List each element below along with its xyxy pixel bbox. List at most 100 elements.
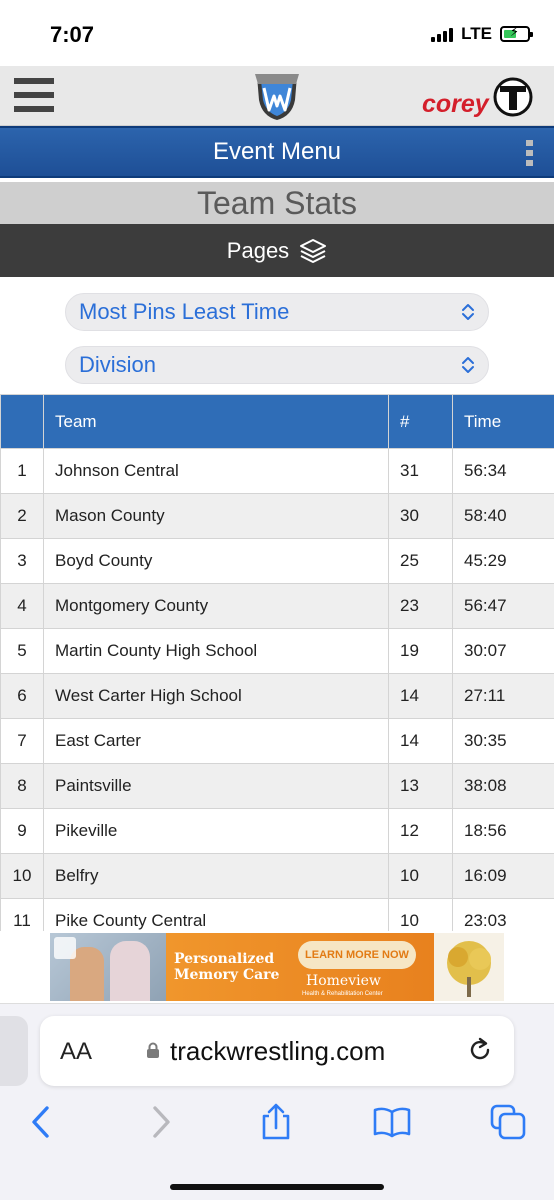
pin-count-cell: 19: [388, 628, 453, 674]
rank-cell: 10: [0, 853, 44, 899]
sort-select[interactable]: Most Pins Least Time: [65, 293, 489, 331]
pin-count-cell: 14: [388, 673, 453, 719]
rank-cell: 8: [0, 763, 44, 809]
advertisement-banner[interactable]: Personalized Memory Care LEARN MORE NOW H…: [50, 933, 504, 1001]
pin-count-cell: 14: [388, 718, 453, 764]
ad-brand: Homeview: [306, 973, 381, 989]
pin-count-cell: 25: [388, 538, 453, 584]
column-header-team[interactable]: Team: [43, 394, 389, 449]
column-header-time[interactable]: Time: [452, 394, 554, 449]
chevron-up-down-icon: [462, 357, 474, 373]
time-cell: 58:40: [452, 493, 554, 539]
time-cell: 56:34: [452, 448, 554, 494]
status-bar: 7:07 LTE ⚡: [0, 0, 554, 66]
pin-count-cell: 23: [388, 583, 453, 629]
forward-icon[interactable]: [140, 1102, 180, 1142]
site-header: corey: [0, 66, 554, 126]
url-domain: trackwrestling.com: [170, 1036, 386, 1066]
event-menu-bar[interactable]: Event Menu: [0, 126, 554, 178]
time-cell: 16:09: [452, 853, 554, 899]
home-indicator: [170, 1184, 384, 1190]
time-cell: 27:11: [452, 673, 554, 719]
time-cell: 18:56: [452, 808, 554, 854]
more-options-icon[interactable]: [526, 140, 534, 166]
ad-headline: Personalized Memory Care: [174, 951, 280, 983]
table-row[interactable]: 5 Martin County High School 19 30:07: [0, 628, 554, 674]
pin-count-cell: 12: [388, 808, 453, 854]
team-name-cell: Martin County High School: [43, 628, 389, 674]
network-type: LTE: [461, 24, 492, 43]
rank-cell: 1: [0, 448, 44, 494]
bookmarks-icon[interactable]: [372, 1102, 412, 1142]
rank-cell: 4: [0, 583, 44, 629]
layers-icon: [300, 238, 327, 263]
table-row[interactable]: 10 Belfry 10 16:09: [0, 853, 554, 899]
safari-browser-chrome: AA trackwrestling.com: [0, 1003, 554, 1200]
ad-learn-more-button[interactable]: LEARN MORE NOW: [298, 941, 416, 969]
team-name-cell: Pikeville: [43, 808, 389, 854]
table-row[interactable]: 2 Mason County 30 58:40: [0, 493, 554, 539]
pages-menu-bar[interactable]: Pages: [0, 224, 554, 277]
rank-cell: 2: [0, 493, 44, 539]
column-header-rank: [0, 394, 44, 449]
table-row[interactable]: 9 Pikeville 12 18:56: [0, 808, 554, 854]
event-menu-title: Event Menu: [212, 138, 342, 165]
address-bar[interactable]: AA trackwrestling.com: [40, 1016, 514, 1086]
text-size-button[interactable]: AA: [60, 1038, 92, 1066]
back-icon[interactable]: [22, 1102, 62, 1142]
division-select-value: Division: [79, 352, 157, 377]
tabs-icon[interactable]: [488, 1102, 528, 1142]
rank-cell: 11: [0, 898, 44, 931]
team-name-cell: Johnson Central: [43, 448, 389, 494]
time-cell: 45:29: [452, 538, 554, 584]
table-row[interactable]: 3 Boyd County 25 45:29: [0, 538, 554, 584]
share-icon[interactable]: [256, 1102, 296, 1142]
team-name-cell: East Carter: [43, 718, 389, 764]
pin-count-cell: 13: [388, 763, 453, 809]
status-indicators: LTE ⚡: [431, 24, 533, 44]
team-name-cell: Montgomery County: [43, 583, 389, 629]
team-stats-table: Team # Time 1 Johnson Central 31 56:34 2 Maso…: [0, 394, 554, 931]
table-row[interactable]: 11 Pike County Central 10 23:03: [0, 898, 554, 931]
cellular-signal-icon: [431, 26, 454, 42]
rank-cell: 3: [0, 538, 44, 584]
chevron-up-down-icon: [462, 304, 474, 320]
safari-toolbar: [0, 1102, 554, 1146]
reload-icon[interactable]: [466, 1036, 494, 1064]
ad-tree-graphic: [434, 933, 504, 1001]
corey-emblem-icon: [493, 77, 533, 117]
team-stats-table-container[interactable]: Team # Time 1 Johnson Central 31 56:34 2 Maso…: [0, 394, 554, 931]
time-cell: 38:08: [452, 763, 554, 809]
division-select[interactable]: Division: [65, 346, 489, 384]
team-name-cell: Pike County Central: [43, 898, 389, 931]
table-header-row: Team # Time: [0, 394, 554, 449]
previous-tab-peek[interactable]: [0, 1016, 28, 1086]
status-time: 7:07: [50, 22, 95, 47]
corey-logo[interactable]: corey: [422, 76, 534, 120]
ad-brand-subtitle: Health & Rehabilitation Center: [302, 991, 383, 997]
ad-photo: [50, 933, 166, 1001]
ad-choices-icon[interactable]: [54, 937, 76, 959]
trackwrestling-logo[interactable]: [252, 70, 302, 122]
pin-count-cell: 30: [388, 493, 453, 539]
table-row[interactable]: 8 Paintsville 13 38:08: [0, 763, 554, 809]
rank-cell: 5: [0, 628, 44, 674]
ad-content: Personalized Memory Care LEARN MORE NOW H…: [166, 933, 434, 1001]
corey-wordmark: corey: [422, 90, 489, 118]
page-title-banner: Team Stats: [0, 182, 554, 224]
column-header-count[interactable]: #: [388, 394, 453, 449]
battery-charging-icon: ⚡: [500, 25, 533, 42]
hamburger-menu-icon[interactable]: [14, 78, 54, 112]
table-row[interactable]: 7 East Carter 14 30:35: [0, 718, 554, 764]
rank-cell: 7: [0, 718, 44, 764]
table-row[interactable]: 4 Montgomery County 23 56:47: [0, 583, 554, 629]
lock-icon: [147, 1042, 159, 1058]
rank-cell: 6: [0, 673, 44, 719]
time-cell: 30:35: [452, 718, 554, 764]
sort-select-value: Most Pins Least Time: [79, 299, 290, 324]
time-cell: 30:07: [452, 628, 554, 674]
table-row[interactable]: 1 Johnson Central 31 56:34: [0, 448, 554, 494]
rank-cell: 9: [0, 808, 44, 854]
table-row[interactable]: 6 West Carter High School 14 27:11: [0, 673, 554, 719]
team-name-cell: Paintsville: [43, 763, 389, 809]
